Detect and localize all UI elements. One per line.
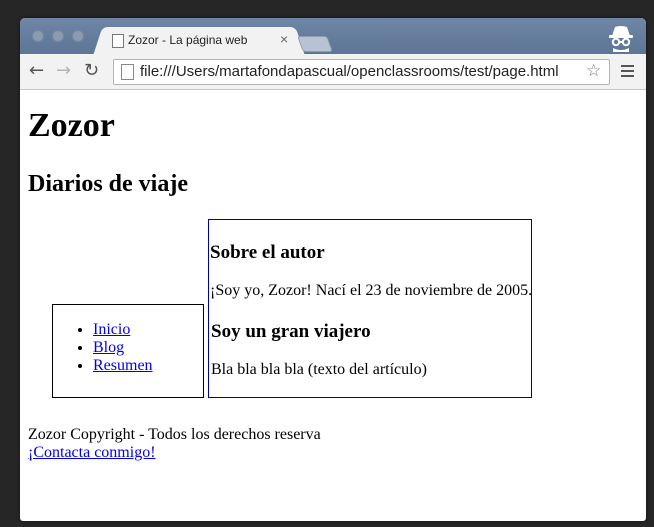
- address-bar[interactable]: file:///Users/martafondapascual/openclas…: [113, 59, 610, 85]
- article-section: Sobre el autor ¡Soy yo, Zozor! Nací el 2…: [208, 219, 532, 398]
- document-icon: [112, 34, 124, 48]
- address-bar-url: file:///Users/martafondapascual/openclas…: [140, 63, 559, 80]
- section-text-traveler: Bla bla bla bla (texto del artículo): [211, 361, 427, 378]
- zoom-window-button[interactable]: [72, 30, 84, 42]
- site-nav: Inicio Blog Resumen: [52, 304, 204, 398]
- bookmark-star-icon[interactable]: ☆: [586, 61, 601, 81]
- reload-button[interactable]: ↻: [84, 60, 99, 81]
- tab-title: Zozor - La página web: [128, 33, 248, 47]
- close-window-button[interactable]: [32, 30, 44, 42]
- tab-active[interactable]: Zozor - La página web ×: [104, 27, 294, 54]
- new-tab-button[interactable]: [297, 36, 333, 52]
- nav-link-blog[interactable]: Blog: [93, 339, 124, 356]
- menu-icon[interactable]: [621, 65, 634, 80]
- page-content: Zozor Diarios de viaje Inicio Blog Resum…: [20, 90, 646, 521]
- forward-button[interactable]: →: [56, 60, 71, 81]
- footer-copyright: Zozor Copyright - Todos los derechos res…: [28, 426, 321, 443]
- back-button[interactable]: ←: [29, 60, 44, 81]
- nav-link-inicio[interactable]: Inicio: [93, 321, 130, 338]
- page-footer: Zozor Copyright - Todos los derechos res…: [28, 426, 321, 462]
- page-subtitle: Diarios de viaje: [28, 171, 188, 197]
- tab-close-icon[interactable]: ×: [280, 31, 288, 47]
- page-title: Zozor: [28, 107, 115, 144]
- tab-strip: Zozor - La página web ×: [20, 18, 646, 54]
- incognito-icon: [609, 26, 633, 52]
- minimize-window-button[interactable]: [52, 30, 64, 42]
- section-heading-author: Sobre el autor: [210, 242, 325, 263]
- browser-toolbar: ← → ↻ file:///Users/martafondapascual/op…: [20, 54, 646, 90]
- contact-link[interactable]: ¡Contacta conmigo!: [28, 444, 156, 461]
- section-heading-traveler: Soy un gran viajero: [211, 321, 371, 342]
- section-text-author: ¡Soy yo, Zozor! Nací el 23 de noviembre …: [210, 282, 533, 299]
- page-icon: [121, 64, 134, 80]
- nav-link-resumen[interactable]: Resumen: [93, 357, 153, 374]
- browser-window: Zozor - La página web × ← → ↻ file:///Us…: [20, 18, 646, 521]
